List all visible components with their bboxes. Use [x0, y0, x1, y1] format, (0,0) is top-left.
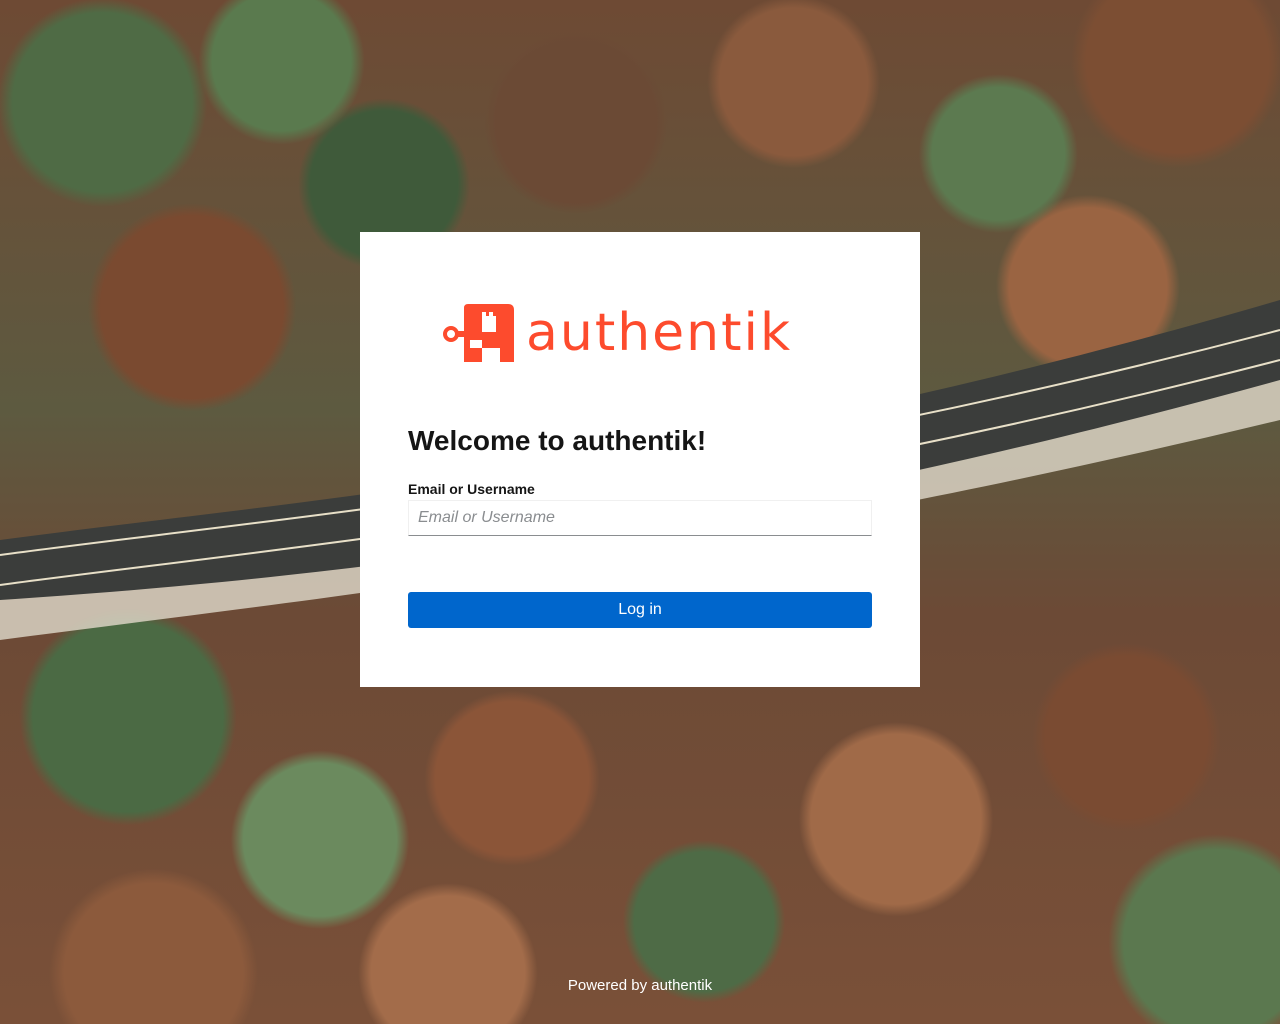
username-label: Email or Username: [408, 481, 535, 497]
brand-name: authentik: [526, 303, 793, 363]
username-input[interactable]: [408, 500, 872, 536]
brand-logo: authentik: [442, 302, 842, 364]
login-card: authentik Welcome to authentik! Email or…: [360, 232, 920, 687]
powered-by-footer: Powered by authentik: [567, 977, 713, 994]
page-title: Welcome to authentik!: [408, 425, 707, 456]
authentik-logo-icon: [443, 304, 514, 362]
login-button[interactable]: Log in: [408, 592, 872, 628]
